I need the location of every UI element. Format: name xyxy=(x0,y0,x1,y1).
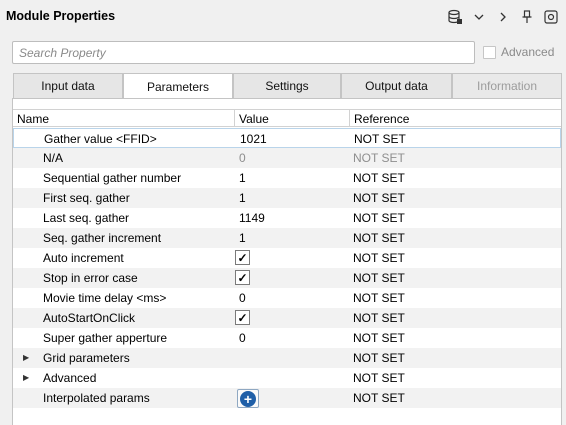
gear-icon[interactable] xyxy=(542,8,560,26)
title-bar: Module Properties xyxy=(0,0,566,34)
row-reference[interactable]: NOT SET xyxy=(353,308,405,328)
pin-icon[interactable] xyxy=(518,8,536,26)
row-reference[interactable]: NOT SET xyxy=(354,129,406,149)
row-value[interactable]: 1 xyxy=(239,168,246,188)
checkmark-icon: ✓ xyxy=(237,250,248,265)
stop-in-error-checkbox[interactable]: ✓ xyxy=(235,270,250,285)
table-row[interactable]: AutoStartOnClick ✓ NOT SET xyxy=(13,308,561,328)
row-name: Seq. gather increment xyxy=(43,231,162,245)
tab-input-data[interactable]: Input data xyxy=(13,73,123,99)
table-row[interactable]: Sequential gather number 1 NOT SET xyxy=(13,168,561,188)
table-row[interactable]: Interpolated params + NOT SET xyxy=(13,388,561,408)
expand-arrow-icon[interactable]: ▶ xyxy=(23,368,29,388)
row-value[interactable]: 1021 xyxy=(240,129,267,149)
row-reference[interactable]: NOT SET xyxy=(353,328,405,348)
chevron-right-icon[interactable] xyxy=(494,8,512,26)
tab-settings[interactable]: Settings xyxy=(233,73,341,99)
advanced-toggle[interactable]: Advanced xyxy=(483,45,554,59)
tab-output-data[interactable]: Output data xyxy=(341,73,452,99)
table-row[interactable]: First seq. gather 1 NOT SET xyxy=(13,188,561,208)
advanced-label: Advanced xyxy=(501,45,555,59)
row-name: N/A xyxy=(43,151,64,165)
row-name: Movie time delay <ms> xyxy=(43,291,167,305)
row-reference[interactable]: NOT SET xyxy=(353,368,405,388)
search-placeholder: Search Property xyxy=(19,46,106,60)
row-reference[interactable]: NOT SET xyxy=(353,228,405,248)
row-name: Auto increment xyxy=(43,251,124,265)
table-row[interactable]: N/A 0 NOT SET xyxy=(13,148,561,168)
row-reference[interactable]: NOT SET xyxy=(353,248,405,268)
tab-parameters[interactable]: Parameters xyxy=(123,73,233,100)
column-header-name[interactable]: Name xyxy=(13,110,53,127)
row-name: Stop in error case xyxy=(43,271,138,285)
table-row[interactable]: Last seq. gather 1149 NOT SET xyxy=(13,208,561,228)
row-name: Super gather apperture xyxy=(43,331,168,345)
table-row[interactable]: ▶ Grid parameters NOT SET xyxy=(13,348,561,368)
table-row[interactable]: Auto increment ✓ NOT SET xyxy=(13,248,561,268)
row-reference[interactable]: NOT SET xyxy=(353,388,405,408)
panel-title: Module Properties xyxy=(6,9,116,23)
column-header-reference[interactable]: Reference xyxy=(350,110,413,127)
table-row[interactable]: Super gather apperture 0 NOT SET xyxy=(13,328,561,348)
row-value[interactable]: 0 xyxy=(239,328,246,348)
row-value[interactable]: 1 xyxy=(239,228,246,248)
row-value[interactable]: 1149 xyxy=(239,208,265,228)
table-row[interactable]: Movie time delay <ms> 0 NOT SET xyxy=(13,288,561,308)
database-icon[interactable] xyxy=(446,8,464,26)
column-header-value[interactable]: Value xyxy=(235,110,273,127)
row-value: 0 xyxy=(239,151,246,165)
tab-information: Information xyxy=(452,73,562,99)
checkmark-icon: ✓ xyxy=(237,310,248,325)
row-name: AutoStartOnClick xyxy=(43,311,136,325)
table-row[interactable]: Stop in error case ✓ NOT SET xyxy=(13,268,561,288)
row-reference[interactable]: NOT SET xyxy=(353,348,405,368)
row-name: Advanced xyxy=(43,371,97,385)
table-header: Name Value Reference xyxy=(13,109,561,127)
row-name: Interpolated params xyxy=(43,391,150,405)
row-name: Last seq. gather xyxy=(43,211,130,225)
advanced-checkbox[interactable] xyxy=(483,45,496,59)
table-row[interactable]: ▶ Advanced NOT SET xyxy=(13,368,561,388)
checkmark-icon: ✓ xyxy=(237,270,248,285)
add-button[interactable]: + xyxy=(237,389,259,408)
auto-increment-checkbox[interactable]: ✓ xyxy=(235,250,250,265)
row-reference[interactable]: NOT SET xyxy=(353,268,405,288)
row-reference[interactable]: NOT SET xyxy=(353,188,405,208)
row-value[interactable]: 1 xyxy=(239,188,246,208)
table-row[interactable]: Gather value <FFID> 1021 NOT SET xyxy=(13,128,561,148)
expand-arrow-icon[interactable]: ▶ xyxy=(23,348,29,368)
chevron-down-icon[interactable] xyxy=(470,8,488,26)
row-name: Grid parameters xyxy=(43,351,130,365)
row-name: Gather value <FFID> xyxy=(44,132,157,146)
row-reference[interactable]: NOT SET xyxy=(353,288,405,308)
row-reference[interactable]: NOT SET xyxy=(353,208,405,228)
row-reference: NOT SET xyxy=(353,151,405,165)
properties-panel: Name Value Reference Gather value <FFID>… xyxy=(12,98,562,425)
table-row[interactable]: Seq. gather increment 1 NOT SET xyxy=(13,228,561,248)
row-name: First seq. gather xyxy=(43,191,130,205)
row-reference[interactable]: NOT SET xyxy=(353,168,405,188)
row-name: Sequential gather number xyxy=(43,171,182,185)
search-input[interactable]: Search Property xyxy=(12,41,475,64)
row-value[interactable]: 0 xyxy=(239,288,246,308)
plus-icon: + xyxy=(240,390,256,407)
title-bar-icons xyxy=(440,8,560,26)
autostart-checkbox[interactable]: ✓ xyxy=(235,310,250,325)
